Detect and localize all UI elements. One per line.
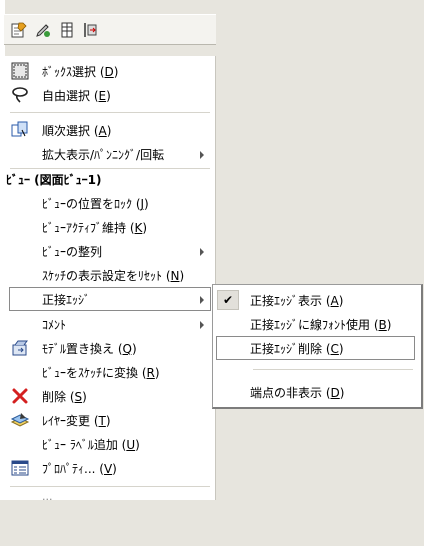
submenu-item-label: 正接ｴｯｼﾞ表示 (A) bbox=[250, 294, 344, 308]
menu-item-label: ﾎﾞｯｸｽ選択 (D) bbox=[42, 65, 119, 79]
menu-item-label: ｽｹｯﾁの表示設定をﾘｾｯﾄ (N) bbox=[42, 269, 185, 283]
cut-off-menu-item: ... bbox=[42, 490, 53, 500]
menu-item-delete[interactable]: 削除 (S) bbox=[4, 384, 215, 408]
menu-item-label: 拡大表示/ﾊﾟﾝﾆﾝｸﾞ/回転 bbox=[42, 148, 165, 162]
menu-item-label: ﾓﾃﾞﾙ置き換え (Q) bbox=[42, 342, 137, 356]
submenu-item-hide-endpoints[interactable]: 端点の非表示 (D) bbox=[213, 380, 420, 404]
menu-item-change-layer[interactable]: ﾚｲﾔｰ変更 (T) bbox=[4, 408, 215, 432]
menu-item-label: 自由選択 (E) bbox=[42, 89, 111, 103]
menu-item-properties[interactable]: ﾌﾟﾛﾊﾟﾃｨ... (V) bbox=[4, 456, 215, 480]
checkmark-icon: ✔ bbox=[217, 290, 239, 310]
submenu-item-tangent-edges-with-font[interactable]: 正接ｴｯｼﾞに線ﾌｫﾝﾄ使用 (B) bbox=[213, 312, 420, 336]
menu-item-sequential-select[interactable]: 順次選択 (A) bbox=[4, 118, 215, 142]
menu-separator bbox=[10, 486, 210, 487]
menu-item-view-to-sketch[interactable]: ﾋﾞｭｰをｽｹｯﾁに変換 (R) bbox=[4, 360, 215, 384]
tangent-edges-submenu: ✔ 正接ｴｯｼﾞ表示 (A) 正接ｴｯｼﾞに線ﾌｫﾝﾄ使用 (B) 正接ｴｯｼﾞ… bbox=[212, 284, 423, 409]
submenu-arrow-icon bbox=[200, 151, 204, 159]
menu-item-label: 削除 (S) bbox=[42, 390, 87, 404]
section-header: ﾋﾞｭｰ (図面ﾋﾞｭｰ1) bbox=[6, 173, 102, 187]
menu-item-label: ﾋﾞｭｰ ﾗﾍﾞﾙ追加 (U) bbox=[42, 438, 140, 452]
edit-sketch-icon[interactable] bbox=[33, 20, 53, 40]
menu-item-keep-view-active[interactable]: ﾋﾞｭｰｱｸﾃｨﾌﾞ維持 (K) bbox=[4, 215, 215, 239]
menu-item-tangent-edges[interactable]: 正接ｴｯｼﾞ bbox=[9, 287, 211, 311]
menu-item-label: ｺﾒﾝﾄ bbox=[42, 318, 67, 332]
model-doc-icon[interactable] bbox=[9, 20, 29, 40]
submenu-arrow-icon bbox=[200, 321, 204, 329]
menu-item-label: ﾋﾞｭｰの位置をﾛｯｸ (J) bbox=[42, 197, 149, 211]
menu-separator bbox=[10, 168, 210, 169]
delete-icon bbox=[9, 386, 31, 406]
menu-item-label: 正接ｴｯｼﾞ bbox=[42, 293, 91, 307]
submenu-separator bbox=[253, 369, 413, 370]
sequential-select-icon bbox=[9, 120, 31, 140]
menu-item-align-view[interactable]: ﾋﾞｭｰの整列 bbox=[4, 239, 215, 263]
menu-separator bbox=[10, 112, 210, 113]
menu-item-label: ﾌﾟﾛﾊﾟﾃｨ... (V) bbox=[42, 462, 117, 476]
menu-item-reset-sketch-display[interactable]: ｽｹｯﾁの表示設定をﾘｾｯﾄ (N) bbox=[4, 263, 215, 287]
menu-item-label: ﾋﾞｭｰｱｸﾃｨﾌﾞ維持 (K) bbox=[42, 221, 148, 235]
menu-item-lock-view[interactable]: ﾋﾞｭｰの位置をﾛｯｸ (J) bbox=[4, 191, 215, 215]
menu-item-replace-model[interactable]: ﾓﾃﾞﾙ置き換え (Q) bbox=[4, 336, 215, 360]
submenu-item-label: 正接ｴｯｼﾞに線ﾌｫﾝﾄ使用 (B) bbox=[250, 318, 392, 332]
replace-model-icon bbox=[9, 338, 31, 358]
submenu-item-label: 端点の非表示 (D) bbox=[250, 386, 345, 400]
submenu-item-remove-tangent-edges[interactable]: 正接ｴｯｼﾞ削除 (C) bbox=[216, 336, 415, 360]
submenu-arrow-icon bbox=[200, 296, 204, 304]
table-icon[interactable] bbox=[57, 20, 77, 40]
menu-item-label: 順次選択 (A) bbox=[42, 124, 112, 138]
layer-icon bbox=[9, 410, 31, 430]
properties-icon bbox=[9, 458, 31, 478]
menu-item-add-view-label[interactable]: ﾋﾞｭｰ ﾗﾍﾞﾙ追加 (U) bbox=[4, 432, 215, 456]
rebuild-icon[interactable] bbox=[81, 20, 101, 40]
submenu-item-label: 正接ｴｯｼﾞ削除 (C) bbox=[250, 342, 344, 356]
context-menu: ﾎﾞｯｸｽ選択 (D) 自由選択 (E) 順次選択 (A) 拡大表示/ﾊﾟﾝﾆﾝ… bbox=[4, 56, 216, 500]
submenu-item-show-tangent-edges[interactable]: ✔ 正接ｴｯｼﾞ表示 (A) bbox=[213, 288, 420, 312]
menu-item-label: ﾋﾞｭｰをｽｹｯﾁに変換 (R) bbox=[42, 366, 160, 380]
menu-item-label: ﾋﾞｭｰの整列 bbox=[42, 245, 103, 259]
menu-item-comment[interactable]: ｺﾒﾝﾄ bbox=[4, 312, 215, 336]
lasso-select-icon bbox=[9, 85, 31, 105]
menu-item-label: ﾚｲﾔｰ変更 (T) bbox=[42, 414, 111, 428]
context-toolbar bbox=[4, 14, 216, 45]
menu-item-zoom-pan-rotate[interactable]: 拡大表示/ﾊﾟﾝﾆﾝｸﾞ/回転 bbox=[4, 142, 215, 166]
submenu-arrow-icon bbox=[200, 248, 204, 256]
box-select-icon bbox=[9, 61, 31, 81]
menu-item-lasso-select[interactable]: 自由選択 (E) bbox=[4, 83, 215, 107]
menu-item-box-select[interactable]: ﾎﾞｯｸｽ選択 (D) bbox=[4, 59, 215, 83]
